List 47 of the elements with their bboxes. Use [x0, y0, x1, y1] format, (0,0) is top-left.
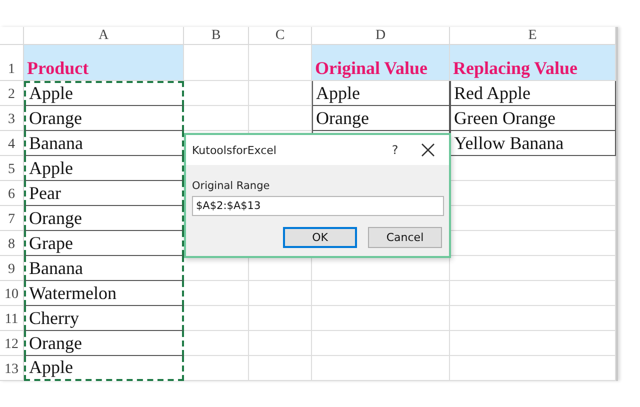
- table-cell: Orange: [24, 106, 184, 131]
- empty-cell: [249, 81, 312, 106]
- table-cell: Apple: [24, 81, 184, 106]
- row-header[interactable]: 13: [0, 356, 24, 381]
- empty-cell: [184, 106, 249, 131]
- empty-cell: [249, 306, 312, 331]
- row-header[interactable]: 7: [0, 206, 24, 231]
- empty-cell: [184, 331, 249, 356]
- ok-button[interactable]: OK: [283, 227, 357, 248]
- empty-cell: [184, 356, 249, 381]
- row-header[interactable]: 9: [0, 256, 24, 281]
- table-cell: Green Orange: [450, 106, 616, 131]
- field-label: Original Range: [192, 180, 270, 192]
- empty-cell: [249, 106, 312, 131]
- empty-cell: [184, 281, 249, 306]
- empty-cell: [249, 331, 312, 356]
- column-header[interactable]: C: [249, 27, 312, 45]
- cancel-button[interactable]: Cancel: [368, 227, 442, 248]
- column-title-cell: Original Value: [312, 45, 450, 81]
- column-title-cell: Product: [24, 45, 184, 81]
- help-button[interactable]: ?: [385, 143, 405, 157]
- range-input-field[interactable]: $A$2:$A$13: [192, 196, 444, 216]
- empty-cell: [249, 356, 312, 381]
- empty-cell: [249, 281, 312, 306]
- dialog-title: KutoolsforExcel: [192, 144, 278, 156]
- table-cell: Apple: [312, 81, 450, 106]
- row-header[interactable]: 8: [0, 231, 24, 256]
- empty-cell: [184, 81, 249, 106]
- row-header[interactable]: 6: [0, 181, 24, 206]
- row-header[interactable]: 10: [0, 281, 24, 306]
- table-cell: Apple: [24, 356, 184, 381]
- table-cell: Red Apple: [450, 81, 616, 106]
- column-title-cell: Replacing Value: [450, 45, 616, 81]
- row-header[interactable]: 12: [0, 331, 24, 356]
- row-header[interactable]: 5: [0, 156, 24, 181]
- table-cell: Orange: [24, 331, 184, 356]
- close-icon[interactable]: [421, 143, 435, 157]
- table-cell: Banana: [24, 256, 184, 281]
- column-header[interactable]: B: [184, 27, 249, 45]
- row-header[interactable]: 11: [0, 306, 24, 331]
- table-cell: Watermelon: [24, 281, 184, 306]
- table-cell: Orange: [312, 106, 450, 131]
- table-cell: Cherry: [24, 306, 184, 331]
- empty-cell: [184, 306, 249, 331]
- row-header[interactable]: 3: [0, 106, 24, 131]
- row-header[interactable]: 2: [0, 81, 24, 106]
- row-header[interactable]: 4: [0, 131, 24, 156]
